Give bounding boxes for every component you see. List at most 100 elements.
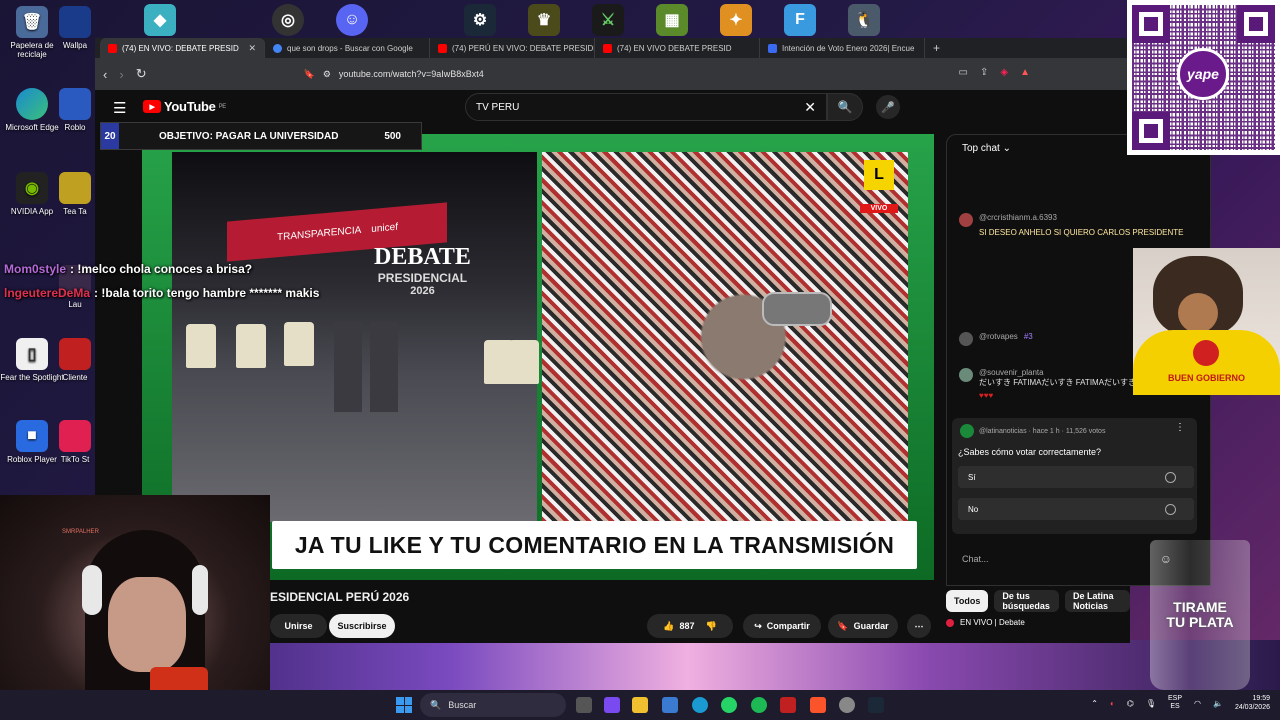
- task-view-icon[interactable]: [576, 697, 592, 713]
- poll-option[interactable]: Sí: [958, 466, 1194, 488]
- chevron-up-icon[interactable]: ⌃: [1091, 699, 1098, 708]
- share-button[interactable]: ↪ Compartir: [743, 614, 821, 638]
- forward-icon[interactable]: ›: [119, 67, 123, 82]
- edge-icon[interactable]: [692, 697, 708, 713]
- system-tray: ⌃ ◐ ⌬ 🎙 ESP ES ◠ 🔈 19:59 24/03/2026: [1091, 694, 1270, 712]
- penguin-icon[interactable]: 🐧: [848, 4, 880, 36]
- desktop-icon-client[interactable]: Cliente: [55, 338, 95, 382]
- store-icon[interactable]: [662, 697, 678, 713]
- like-count: 887: [679, 621, 695, 631]
- related-title: EN VIVO | Debate: [960, 618, 1025, 627]
- share-icon[interactable]: ⇪: [980, 67, 988, 78]
- back-icon[interactable]: ‹: [103, 67, 107, 82]
- browser-tab[interactable]: Intención de Voto Enero 2026| Encue: [760, 38, 925, 58]
- more-actions-button[interactable]: ⋯: [907, 614, 931, 638]
- poll-source: @latinanoticias · hace 1 h · 11,526 voto…: [979, 427, 1106, 435]
- browser-tab[interactable]: (74) EN VIVO: DEBATE PRESID ✕: [100, 38, 265, 58]
- like-button[interactable]: 👍 887 👎: [647, 614, 733, 638]
- sword-icon[interactable]: ⚔: [592, 4, 624, 36]
- overlay-chat-line: Mom0style : !melco chola conoces a brisa…: [4, 262, 319, 276]
- reload-icon[interactable]: ↻: [136, 66, 147, 82]
- desktop-icon-wallpaper[interactable]: Wallpa: [55, 6, 95, 50]
- url-field[interactable]: 🔖 ⚙ youtube.com/watch?v=9aIwB8xBxt4: [304, 69, 484, 80]
- subscribe-button[interactable]: Suscribirse: [329, 614, 395, 638]
- steam-icon[interactable]: ⚙: [464, 4, 496, 36]
- taskbar: 🔍 Buscar ⌃ ◐ ⌬ 🎙 ESP ES ◠ 🔈 19:59 24/03/…: [0, 690, 1280, 720]
- radio-icon: [1165, 503, 1176, 515]
- join-button[interactable]: Unirse: [270, 614, 327, 638]
- qr-finder: [1132, 5, 1170, 43]
- chat-input[interactable]: Chat... ☺: [962, 552, 1172, 566]
- youtube-logo[interactable]: ▶ YouTube PE: [143, 99, 226, 114]
- chat-placeholder: Chat...: [962, 554, 989, 564]
- start-button[interactable]: [396, 697, 412, 713]
- obs-icon[interactable]: ◎: [272, 4, 304, 36]
- search-button[interactable]: 🔍: [827, 93, 863, 121]
- spotify-icon[interactable]: [751, 697, 767, 713]
- youtube-favicon-icon: [603, 43, 612, 53]
- taskbar-search-label: Buscar: [448, 700, 477, 710]
- site-favicon-icon: [768, 43, 777, 53]
- thumbs-down-icon[interactable]: 👎: [706, 621, 717, 632]
- save-button[interactable]: 🔖 Guardar: [828, 614, 898, 638]
- desktop-icon-label: Papelera de reciclaje: [10, 41, 54, 59]
- chip-latina[interactable]: De Latina Noticias: [1065, 590, 1130, 612]
- clock[interactable]: 19:59 24/03/2026: [1235, 694, 1270, 712]
- desktop-icon-label: NVIDIA App: [10, 207, 54, 216]
- site-info-icon[interactable]: ⚙: [323, 69, 331, 80]
- language-indicator[interactable]: ESP ES: [1168, 695, 1182, 712]
- whatsapp-icon[interactable]: [721, 697, 737, 713]
- roblox-icon: ■: [16, 420, 48, 452]
- game-icon[interactable]: ♛: [528, 4, 560, 36]
- chat-username: @rotvapes: [979, 332, 1018, 341]
- new-tab-button[interactable]: +: [933, 38, 940, 58]
- shortcut-icon-1[interactable]: ◆: [144, 4, 176, 36]
- mic-icon[interactable]: 🎙: [1146, 699, 1156, 708]
- install-icon[interactable]: ▭: [959, 67, 968, 78]
- voice-search-button[interactable]: 🎤: [876, 95, 900, 119]
- share-label: Compartir: [766, 621, 810, 631]
- chip-all[interactable]: Todos: [946, 590, 989, 612]
- chip-from-searches[interactable]: De tus búsquedas: [994, 590, 1059, 612]
- menu-icon[interactable]: ☰: [113, 99, 126, 117]
- bookmark-icon[interactable]: 🔖: [304, 69, 315, 80]
- network-icon[interactable]: ⌬: [1127, 699, 1134, 708]
- member-badge: #3: [1023, 332, 1033, 341]
- poll-question: ¿Sabes cómo votar correctamente?: [958, 447, 1102, 457]
- clear-search-icon[interactable]: ✕: [804, 99, 816, 116]
- taskbar-search[interactable]: 🔍 Buscar: [420, 693, 566, 717]
- client-icon: [59, 338, 91, 370]
- obs-icon[interactable]: [839, 697, 855, 713]
- browser-tab[interactable]: (74) PERÚ EN VIVO: DEBATE PRESIDE: [430, 38, 595, 58]
- search-input[interactable]: TV PERU ✕: [465, 93, 827, 121]
- close-icon[interactable]: ✕: [248, 43, 256, 54]
- car: [762, 292, 832, 326]
- chat-mode-selector[interactable]: Top chat ⌄: [962, 143, 1011, 154]
- app-icon[interactable]: [780, 697, 796, 713]
- desktop-icon-roblox-studio[interactable]: Roblo: [55, 88, 95, 132]
- tray-app-icon[interactable]: ◐: [1110, 699, 1115, 708]
- browser-tab[interactable]: (74) EN VIVO DEBATE PRESID: [595, 38, 760, 58]
- browser-tab[interactable]: que son drops - Buscar con Google: [265, 38, 430, 58]
- rewards-icon[interactable]: ▲: [1020, 67, 1030, 78]
- brave-icon[interactable]: [810, 697, 826, 713]
- copilot-icon[interactable]: [604, 697, 620, 713]
- wifi-icon[interactable]: ◠: [1194, 699, 1201, 708]
- discord-icon[interactable]: ☺: [336, 4, 368, 36]
- recycle-bin-icon: 🗑: [16, 6, 48, 38]
- related-video[interactable]: EN VIVO | Debate: [946, 618, 1025, 627]
- minecraft-icon[interactable]: ▦: [656, 4, 688, 36]
- tab-label: que son drops - Buscar con Google: [287, 43, 413, 53]
- brave-shields-icon[interactable]: ◈: [1000, 67, 1008, 78]
- cs-icon[interactable]: ✦: [720, 4, 752, 36]
- poll-option[interactable]: No: [958, 498, 1194, 520]
- f-app-icon[interactable]: F: [784, 4, 816, 36]
- chair: [284, 322, 314, 366]
- desktop-icon-app[interactable]: Tea Ta: [55, 172, 95, 216]
- desktop-icon-tiktok[interactable]: TikTo St: [55, 420, 95, 464]
- steam-icon[interactable]: [868, 697, 884, 713]
- volume-icon[interactable]: 🔈: [1213, 699, 1223, 708]
- mic-icon: 🎤: [881, 101, 895, 114]
- file-explorer-icon[interactable]: [632, 697, 648, 713]
- more-vert-icon[interactable]: ⋮: [1175, 422, 1185, 433]
